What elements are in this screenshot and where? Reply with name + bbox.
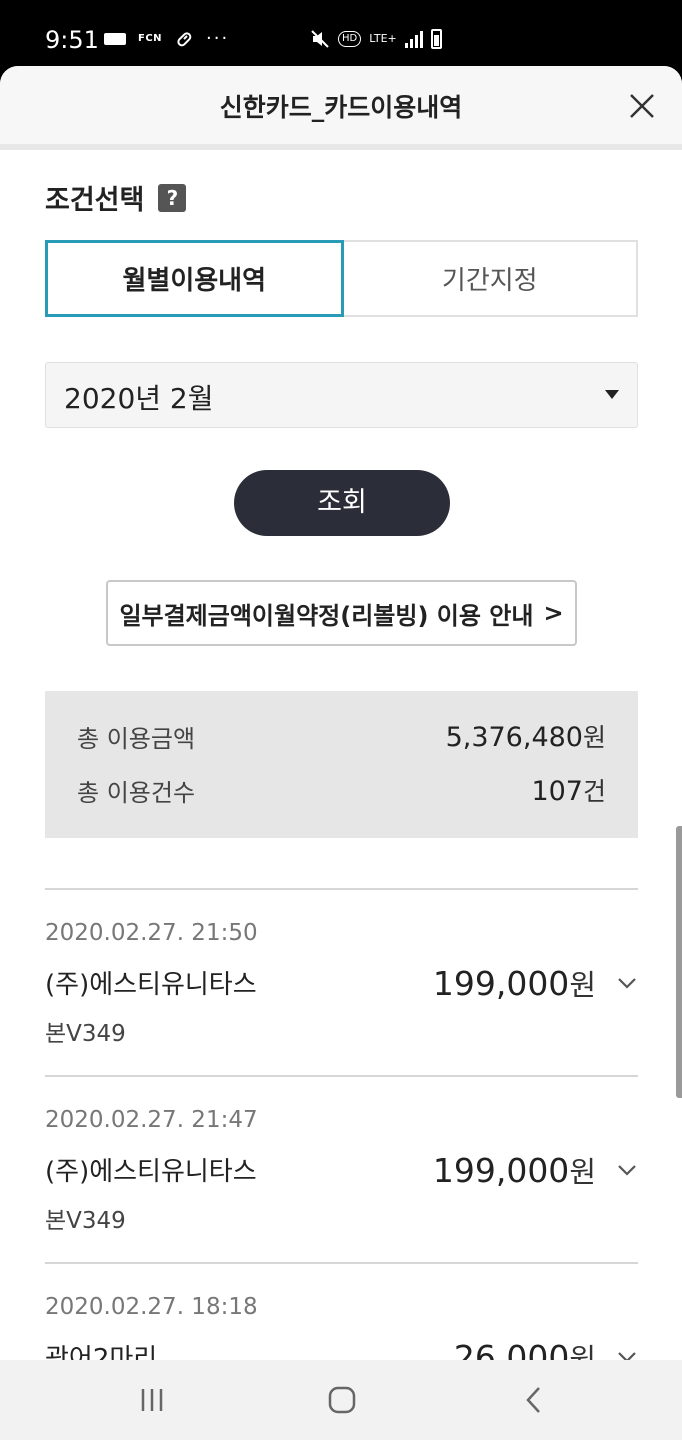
revolving-info-button[interactable]: 일부결제금액이월약정(리볼빙) 이용 안내 >: [106, 580, 577, 646]
signal-icon: [404, 30, 423, 48]
transaction-card: 본V349: [45, 1021, 126, 1047]
mute-icon: [310, 29, 330, 49]
transaction-amount: 199,000원: [433, 1149, 596, 1191]
total-amount: 5,376,480원: [446, 718, 606, 754]
status-left-icons: FCN ···: [104, 28, 229, 50]
fcn-icon: FCN: [138, 33, 163, 44]
month-select-value: 2020년 2월: [64, 382, 214, 415]
transaction-amount-value: 199,000: [432, 1151, 570, 1190]
page-title: 신한카드_카드이용내역: [219, 93, 463, 122]
transaction-amount-value: 26,000: [453, 1338, 570, 1360]
revolving-info-label: 일부결제금액이월약정(리볼빙) 이용 안내: [119, 601, 534, 630]
total-count-label: 총 이용건수: [77, 778, 196, 807]
transaction-date: 2020.02.27. 18:18: [45, 1294, 258, 1320]
back-button[interactable]: [514, 1384, 554, 1416]
condition-section: 조건선택 ?: [45, 178, 187, 217]
hd-icon: HD: [338, 31, 362, 47]
month-select[interactable]: 2020년 2월: [45, 362, 638, 428]
tab-monthly[interactable]: 월별이용내역: [45, 240, 344, 317]
total-amount-value: 5,376,480: [445, 722, 583, 753]
total-amount-unit: 원: [582, 723, 606, 752]
dropdown-caret-icon: [605, 390, 619, 399]
transaction-item[interactable]: 2020.02.27. 21:50 (주)에스티유니타스 본V349 199,0…: [45, 888, 638, 1075]
battery-icon: [430, 29, 442, 49]
chevron-down-icon[interactable]: [616, 1159, 638, 1181]
home-icon: [328, 1386, 356, 1414]
transaction-date: 2020.02.27. 21:50: [45, 920, 258, 946]
recent-apps-button[interactable]: [132, 1384, 172, 1416]
scroll-indicator[interactable]: [676, 826, 682, 1098]
transaction-amount-unit: 원: [569, 1342, 596, 1360]
header: 신한카드_카드이용내역: [0, 66, 682, 150]
transaction-amount: 26,000원: [454, 1336, 596, 1360]
close-icon: [630, 94, 654, 118]
close-button[interactable]: [624, 88, 660, 124]
total-count-unit: 건: [582, 777, 606, 806]
status-right-icons: HD LTE+: [310, 28, 442, 50]
transaction-amount-unit: 원: [569, 968, 596, 1002]
total-amount-label: 총 이용금액: [77, 724, 196, 753]
query-button[interactable]: 조회: [234, 470, 450, 536]
tab-date-range[interactable]: 기간지정: [343, 240, 638, 317]
transaction-date: 2020.02.27. 21:47: [45, 1107, 258, 1133]
lte-icon: LTE+: [369, 32, 397, 45]
recent-apps-icon: [141, 1389, 163, 1411]
home-button[interactable]: [322, 1384, 362, 1416]
transaction-merchant: (주)에스티유니타스: [45, 970, 257, 1000]
status-time: 9:51: [45, 26, 99, 54]
card-history-sheet: 신한카드_카드이용내역 조건선택 ? 월별이용내역 기간지정 2020년 2월 …: [0, 66, 682, 1360]
transaction-merchant: (주)에스티유니타스: [45, 1157, 257, 1187]
condition-label: 조건선택: [45, 185, 145, 216]
transaction-item[interactable]: 2020.02.27. 21:47 (주)에스티유니타스 본V349 199,0…: [45, 1075, 638, 1262]
transaction-merchant: 광어2마리: [45, 1344, 158, 1360]
chevron-down-icon[interactable]: [616, 1346, 638, 1360]
message-icon: [104, 33, 126, 45]
transaction-amount-unit: 원: [569, 1155, 596, 1189]
total-amount-row: 총 이용금액 5,376,480원: [77, 716, 606, 756]
transaction-amount: 199,000원: [433, 962, 596, 1004]
pill-icon: [174, 29, 194, 49]
help-button[interactable]: ?: [158, 183, 187, 212]
total-count-value: 107: [531, 776, 583, 807]
total-count: 107건: [531, 772, 606, 808]
transaction-item[interactable]: 2020.02.27. 18:18 광어2마리 26,000원: [45, 1262, 638, 1360]
period-tabs: 월별이용내역 기간지정: [45, 240, 638, 317]
chevron-right-icon: >: [543, 599, 564, 627]
usage-summary: 총 이용금액 5,376,480원 총 이용건수 107건: [45, 691, 638, 838]
status-bar: 9:51 FCN ··· HD LTE+: [0, 0, 682, 66]
back-icon: [526, 1387, 540, 1413]
transaction-card: 본V349: [45, 1208, 126, 1234]
chevron-down-icon[interactable]: [616, 972, 638, 994]
more-dots-icon: ···: [206, 28, 230, 49]
system-nav-bar: [0, 1360, 682, 1440]
total-count-row: 총 이용건수 107건: [77, 770, 606, 810]
transaction-amount-value: 199,000: [432, 964, 570, 1003]
